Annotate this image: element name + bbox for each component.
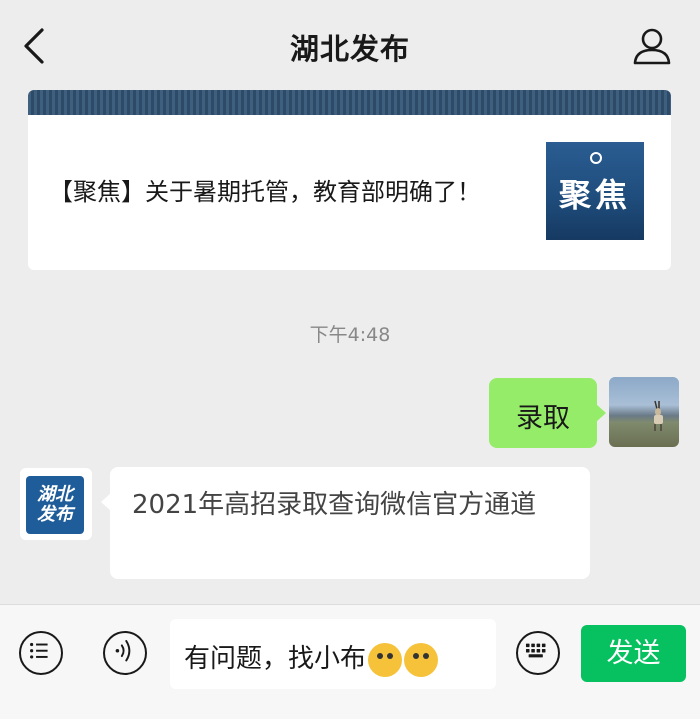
profile-icon[interactable] <box>630 26 674 66</box>
keyboard-button[interactable] <box>516 631 560 675</box>
article-thumbnail: 聚焦 <box>546 142 644 240</box>
avatar-text-line1: 湖北 <box>37 484 73 505</box>
keyboard-icon <box>525 643 546 658</box>
chat-title: 湖北发布 <box>289 32 410 66</box>
hubei-avatar-logo: 湖北 发布 <box>26 476 84 534</box>
input-value: 有问题，找小布 <box>184 644 367 674</box>
article-card[interactable]: 【聚焦】关于暑期托管，教育部明确了！ 聚焦 <box>28 90 671 270</box>
incoming-message-text: 2021年高招录取查询微信官方通道 <box>132 490 537 520</box>
outgoing-message[interactable]: 录取 <box>489 378 606 448</box>
emoji-icon <box>404 642 439 677</box>
message-timestamp: 下午4:48 <box>309 324 391 346</box>
voice-button[interactable] <box>103 631 147 675</box>
message-input[interactable]: 有问题，找小布 <box>170 619 496 689</box>
avatar-text-line2: 发布 <box>37 504 73 525</box>
incoming-message[interactable]: 2021年高招录取查询微信官方通道 <box>101 467 590 579</box>
article-banner <box>28 90 671 115</box>
article-title: 【聚焦】关于暑期托管，教育部明确了！ <box>49 178 481 206</box>
thumbnail-text: 聚焦 <box>558 176 631 214</box>
voice-icon <box>115 640 131 662</box>
menu-button[interactable] <box>19 631 63 675</box>
menu-icon <box>30 642 48 659</box>
thumbnail-dot <box>590 152 602 164</box>
hubei-avatar[interactable]: 湖北 发布 <box>20 468 92 540</box>
send-button[interactable]: 发送 <box>581 625 686 682</box>
input-text: 有问题，找小布 <box>184 638 439 677</box>
outgoing-message-text: 录取 <box>516 403 570 434</box>
bottom-toolbar: 有问题，找小布 发送 <box>0 604 700 719</box>
antelope-icon <box>654 400 663 431</box>
emoji-icon <box>368 642 403 677</box>
user-avatar[interactable] <box>609 377 679 447</box>
chat-header: 湖北发布 <box>0 0 700 90</box>
